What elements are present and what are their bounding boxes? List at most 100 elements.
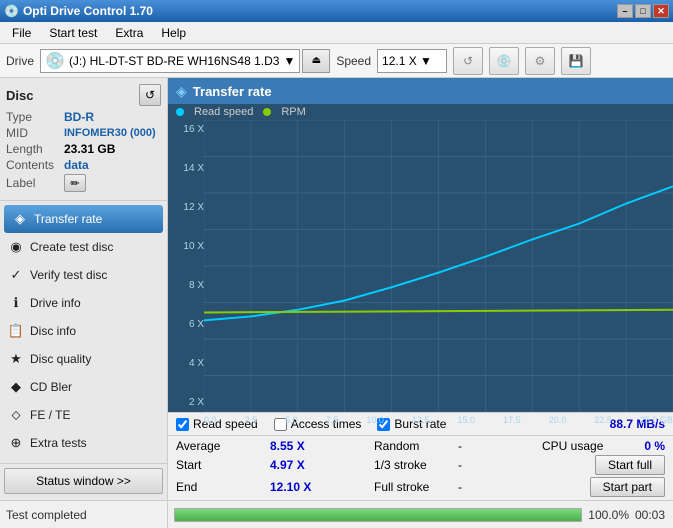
average-value: 8.55 X bbox=[270, 439, 370, 453]
nav-item-extra-tests[interactable]: ⊕ Extra tests bbox=[0, 429, 167, 457]
nav-item-cd-bler[interactable]: ◆ CD Bler bbox=[0, 373, 167, 401]
x-label-0: 0.0 bbox=[204, 415, 217, 425]
elapsed-time: 00:03 bbox=[635, 508, 667, 522]
random-label: Random bbox=[374, 439, 454, 453]
y-label-2x: 2 X bbox=[168, 397, 204, 408]
nav-item-verify-test-disc[interactable]: ✓ Verify test disc bbox=[0, 261, 167, 289]
nav-fe-te-label: FE / TE bbox=[30, 408, 70, 422]
grid-lines bbox=[204, 120, 673, 412]
media-button[interactable]: 💿 bbox=[489, 47, 519, 75]
disc-refresh-button[interactable]: ↺ bbox=[139, 84, 161, 106]
cpu-usage-label: CPU usage bbox=[542, 439, 640, 453]
title-bar: 💿 Opti Drive Control 1.70 – □ ✕ bbox=[0, 0, 673, 22]
x-axis-labels: 0.0 2.5 5.0 7.5 10.0 12.5 15.0 17.5 20.0… bbox=[204, 415, 673, 425]
minimize-button[interactable]: – bbox=[617, 4, 633, 18]
disc-type-label: Type bbox=[6, 110, 64, 124]
refresh-button[interactable]: ↺ bbox=[453, 47, 483, 75]
stats-area: Average 8.55 X Random - CPU usage 0 % St… bbox=[168, 435, 673, 500]
disc-label-row: Label ✏ bbox=[6, 174, 161, 192]
read-speed-checkbox[interactable] bbox=[176, 418, 189, 431]
stroke-1-3-label: 1/3 stroke bbox=[374, 458, 454, 472]
rpm-legend-label: RPM bbox=[281, 106, 305, 118]
chart-title: Transfer rate bbox=[193, 84, 272, 99]
nav-item-drive-info[interactable]: ℹ Drive info bbox=[0, 289, 167, 317]
x-label-7.5: 7.5 bbox=[326, 415, 339, 425]
x-label-15: 15.0 bbox=[458, 415, 476, 425]
nav-item-fe-te[interactable]: ⬦ FE / TE bbox=[0, 401, 167, 429]
y-label-6x: 6 X bbox=[168, 319, 204, 330]
eject-button[interactable]: ⏏ bbox=[302, 49, 330, 73]
nav-item-create-test-disc[interactable]: ◉ Create test disc bbox=[0, 233, 167, 261]
drive-label: Drive bbox=[6, 54, 34, 68]
read-speed-legend-dot bbox=[176, 108, 184, 116]
chart-icon: ◈ bbox=[176, 83, 187, 100]
average-label: Average bbox=[176, 439, 266, 453]
drive-selector[interactable]: 💿 (J:) HL-DT-ST BD-RE WH16NS48 1.D3 ▼ bbox=[40, 49, 300, 73]
label-edit-button[interactable]: ✏ bbox=[64, 174, 86, 192]
disc-length-label: Length bbox=[6, 142, 64, 156]
x-label-17.5: 17.5 bbox=[503, 415, 521, 425]
transfer-rate-icon: ◈ bbox=[12, 211, 28, 227]
y-axis-labels: 16 X 14 X 12 X 10 X 8 X 6 X 4 X 2 X bbox=[168, 120, 204, 412]
menu-help[interactable]: Help bbox=[153, 24, 194, 42]
menu-file[interactable]: File bbox=[4, 24, 39, 42]
disc-type-row: Type BD-R bbox=[6, 110, 161, 124]
nav-cd-bler-label: CD Bler bbox=[30, 380, 72, 394]
status-window-button[interactable]: Status window >> bbox=[4, 468, 163, 494]
speed-selector[interactable]: 12.1 X ▼ bbox=[377, 49, 447, 73]
menu-extra[interactable]: Extra bbox=[107, 24, 151, 42]
disc-title: Disc bbox=[6, 88, 33, 103]
save-button[interactable]: 💾 bbox=[561, 47, 591, 75]
rpm-legend-dot bbox=[263, 108, 271, 116]
y-label-4x: 4 X bbox=[168, 358, 204, 369]
x-label-5: 5.0 bbox=[285, 415, 298, 425]
x-label-2.5: 2.5 bbox=[245, 415, 258, 425]
full-stroke-value: - bbox=[458, 480, 538, 494]
nav-items: ◈ Transfer rate ◉ Create test disc ✓ Ver… bbox=[0, 201, 167, 463]
nav-verify-test-disc-label: Verify test disc bbox=[30, 268, 107, 282]
progress-bar-fill bbox=[175, 509, 581, 521]
nav-item-transfer-rate[interactable]: ◈ Transfer rate bbox=[4, 205, 163, 233]
disc-mid-label: MID bbox=[6, 126, 64, 140]
end-value: 12.10 X bbox=[270, 480, 370, 494]
x-label-20: 20.0 bbox=[549, 415, 567, 425]
status-text: Test completed bbox=[0, 501, 168, 528]
disc-length-value: 23.31 GB bbox=[64, 142, 115, 156]
start-part-button[interactable]: Start part bbox=[590, 477, 665, 497]
disc-panel-header: Disc ↺ bbox=[6, 84, 161, 106]
y-label-10x: 10 X bbox=[168, 241, 204, 252]
nav-item-disc-info[interactable]: 📋 Disc info bbox=[0, 317, 167, 345]
progress-bar-container bbox=[174, 508, 582, 522]
close-button[interactable]: ✕ bbox=[653, 4, 669, 18]
read-speed-legend-label: Read speed bbox=[194, 106, 253, 118]
cd-bler-icon: ◆ bbox=[8, 379, 24, 395]
sidebar-bottom: Status window >> bbox=[0, 463, 167, 500]
app-icon: 💿 bbox=[4, 4, 19, 18]
chart-plot-area: 0.0 2.5 5.0 7.5 10.0 12.5 15.0 17.5 20.0… bbox=[204, 120, 673, 412]
chart-header: ◈ Transfer rate bbox=[168, 78, 673, 104]
full-stroke-label: Full stroke bbox=[374, 480, 454, 494]
title-bar-controls: – □ ✕ bbox=[617, 4, 669, 18]
drive-dropdown-arrow: ▼ bbox=[283, 54, 295, 68]
test-completed-label: Test completed bbox=[6, 508, 87, 522]
start-full-button[interactable]: Start full bbox=[595, 455, 665, 475]
main-layout: Disc ↺ Type BD-R MID INFOMER30 (000) Len… bbox=[0, 78, 673, 500]
y-label-16x: 16 X bbox=[168, 124, 204, 135]
maximize-button[interactable]: □ bbox=[635, 4, 651, 18]
settings-button[interactable]: ⚙ bbox=[525, 47, 555, 75]
menu-start-test[interactable]: Start test bbox=[41, 24, 105, 42]
nav-disc-info-label: Disc info bbox=[30, 324, 76, 338]
y-label-14x: 14 X bbox=[168, 163, 204, 174]
disc-panel: Disc ↺ Type BD-R MID INFOMER30 (000) Len… bbox=[0, 78, 167, 201]
disc-info-icon: 📋 bbox=[8, 323, 24, 339]
drive-icon: 💿 bbox=[45, 51, 65, 71]
status-window-label: Status window >> bbox=[36, 474, 131, 488]
nav-disc-quality-label: Disc quality bbox=[30, 352, 91, 366]
progress-percentage: 100.0% bbox=[588, 508, 629, 522]
y-label-8x: 8 X bbox=[168, 280, 204, 291]
nav-item-disc-quality[interactable]: ★ Disc quality bbox=[0, 345, 167, 373]
stats-row-1: Average 8.55 X Random - CPU usage 0 % bbox=[176, 439, 665, 453]
chart-svg-container: 16 X 14 X 12 X 10 X 8 X 6 X 4 X 2 X bbox=[168, 120, 673, 412]
disc-contents-value: data bbox=[64, 158, 89, 172]
create-test-disc-icon: ◉ bbox=[8, 239, 24, 255]
